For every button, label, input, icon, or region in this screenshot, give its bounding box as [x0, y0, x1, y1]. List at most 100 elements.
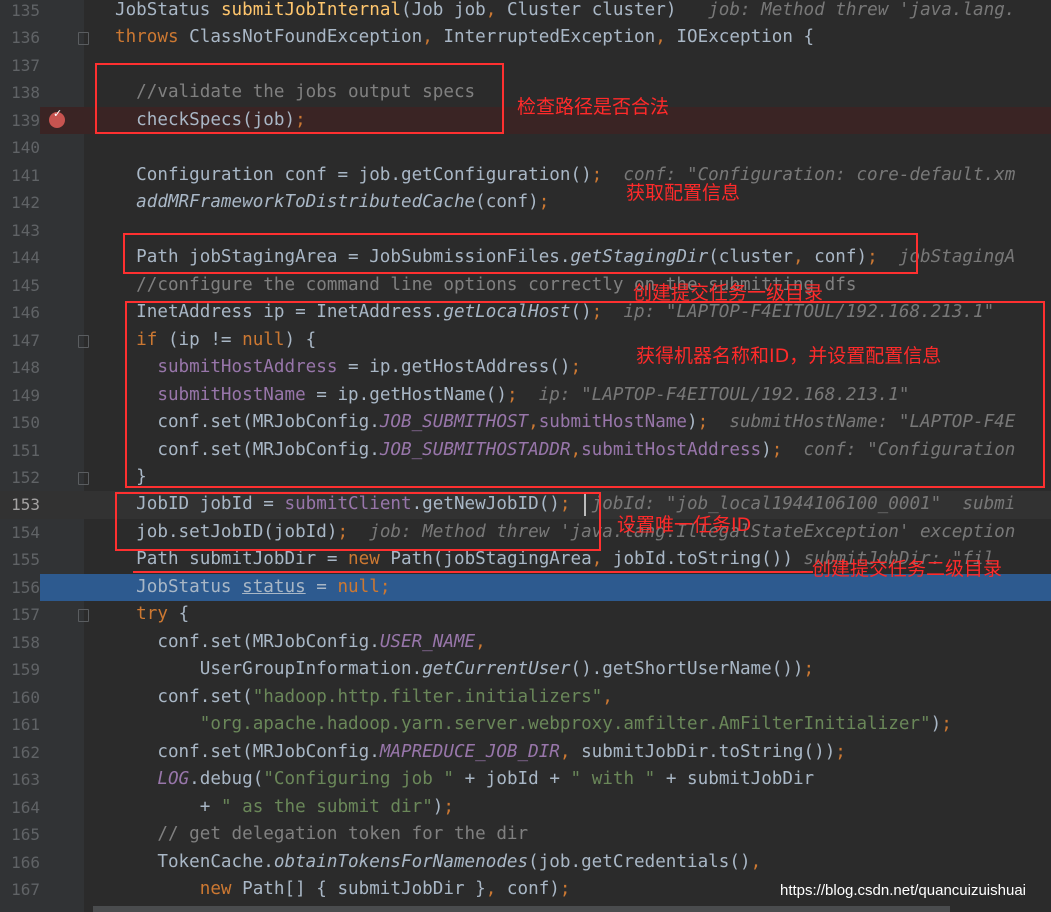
code-line[interactable]: 157 try {	[0, 601, 1051, 628]
code-line[interactable]: 164 + " as the submit dir");	[0, 794, 1051, 821]
line-number[interactable]: 145	[0, 272, 40, 299]
code-token: throws	[115, 27, 190, 48]
code-token: addMRFrameworkToDistributedCache	[115, 192, 476, 213]
line-number[interactable]: 157	[0, 601, 40, 628]
code-token: ;	[941, 714, 952, 735]
line-number[interactable]: 164	[0, 794, 40, 821]
code-token: ;	[538, 192, 550, 213]
line-number[interactable]: 137	[0, 52, 40, 79]
code-token: ,	[475, 631, 486, 652]
code-line[interactable]: 166 TokenCache.obtainTokensForNamenodes(…	[0, 849, 1051, 876]
code-line[interactable]: 145 //configure the command line options…	[0, 272, 1051, 299]
code-line[interactable]: 159 UserGroupInformation.getCurrentUser(…	[0, 656, 1051, 683]
code-token: conf.set(MRJobConfig.	[115, 741, 380, 762]
line-number[interactable]: 143	[0, 217, 40, 244]
code-token: (conf)	[475, 192, 539, 213]
code-token: conf.set(MRJobConfig.	[115, 631, 380, 652]
code-token: Configuration conf = job.getConfiguratio…	[115, 164, 592, 185]
code-line[interactable]: 161 "org.apache.hadoop.yarn.server.webpr…	[0, 711, 1051, 738]
annotation-box-host-info	[125, 301, 1045, 488]
code-line[interactable]: 163 LOG.debug("Configuring job " + jobId…	[0, 766, 1051, 793]
code-line[interactable]: 142 addMRFrameworkToDistributedCache(con…	[0, 189, 1051, 216]
line-number[interactable]: 146	[0, 299, 40, 326]
code-line[interactable]: 162 conf.set(MRJobConfig.MAPREDUCE_JOB_D…	[0, 739, 1051, 766]
code-line[interactable]: 160 conf.set("hadoop.http.filter.initial…	[0, 684, 1051, 711]
code-text: conf.set("hadoop.http.filter.initializer…	[115, 684, 613, 711]
code-token: // get delegation token for the dir	[115, 824, 529, 845]
code-token: +	[115, 796, 221, 817]
line-number[interactable]: 161	[0, 711, 40, 738]
line-number[interactable]: 148	[0, 354, 40, 381]
code-token: ,	[591, 549, 603, 570]
annotation-get-config: 获取配置信息	[626, 182, 741, 204]
code-token: {	[178, 604, 190, 625]
code-line[interactable]: 135 JobStatus submitJobInternal(Job job, …	[0, 0, 1051, 24]
code-token: + submitJobDir	[655, 769, 815, 790]
code-token: InterruptedException	[432, 27, 656, 48]
line-number[interactable]: 147	[0, 327, 40, 354]
annotation-box-job-id	[115, 492, 601, 551]
code-line[interactable]: 136 throws ClassNotFoundException, Interr…	[0, 24, 1051, 51]
code-text: conf.set(MRJobConfig.MAPREDUCE_JOB_DIR, …	[115, 739, 846, 766]
code-token: =	[305, 576, 338, 597]
line-number[interactable]: 144	[0, 244, 40, 271]
line-number[interactable]: 158	[0, 629, 40, 656]
horizontal-scrollbar[interactable]	[93, 906, 950, 912]
code-token: ;	[559, 879, 571, 899]
line-number[interactable]: 139	[0, 106, 40, 135]
line-number[interactable]: 167	[0, 876, 40, 903]
line-number[interactable]: 162	[0, 739, 40, 766]
watermark: https://blog.csdn.net/quancuizuishuai	[780, 882, 1026, 899]
code-token: ;	[803, 659, 815, 680]
code-text: JobStatus submitJobInternal(Job job, Clu…	[115, 0, 1015, 24]
line-number[interactable]: 152	[0, 464, 40, 491]
inlay-hint: job: Method threw 'java.lang.	[708, 0, 1016, 20]
code-line[interactable]: 165 // get delegation token for the dir	[0, 821, 1051, 848]
code-text: Configuration conf = job.getConfiguratio…	[115, 162, 1015, 189]
code-token: "hadoop.http.filter.initializers"	[252, 686, 603, 707]
fold-icon[interactable]	[78, 334, 89, 348]
code-token: submitJobDir.toString())	[570, 741, 836, 762]
line-number[interactable]: 142	[0, 189, 40, 216]
code-text: throws ClassNotFoundException, Interrupt…	[115, 24, 814, 51]
code-token: Path(jobStagingArea	[390, 549, 592, 570]
fold-icon[interactable]	[78, 471, 89, 485]
fold-icon[interactable]	[78, 32, 89, 46]
line-number[interactable]: 165	[0, 821, 40, 848]
line-number[interactable]: 153	[0, 491, 40, 518]
line-number[interactable]: 135	[0, 0, 40, 24]
line-number[interactable]: 140	[0, 134, 40, 161]
code-text: new Path[] { submitJobDir }, conf);	[115, 876, 571, 903]
code-token: status	[242, 576, 306, 597]
annotation-check-specs: 检查路径是否合法	[517, 96, 670, 118]
line-number[interactable]: 150	[0, 409, 40, 436]
code-token: ,	[485, 0, 497, 20]
line-number[interactable]: 154	[0, 519, 40, 546]
code-line[interactable]: 141 Configuration conf = job.getConfigur…	[0, 162, 1051, 189]
line-number[interactable]: 155	[0, 546, 40, 573]
breakpoint-icon[interactable]	[49, 107, 65, 128]
line-number[interactable]: 138	[0, 79, 40, 106]
code-token: conf.set(	[115, 686, 253, 707]
code-token: )	[930, 714, 942, 735]
code-token: getCurrentUser	[422, 659, 571, 680]
line-number[interactable]: 159	[0, 656, 40, 683]
line-number[interactable]: 141	[0, 162, 40, 189]
line-number[interactable]: 166	[0, 849, 40, 876]
code-token: + jobId +	[453, 769, 571, 790]
code-line[interactable]: 158 conf.set(MRJobConfig.USER_NAME,	[0, 629, 1051, 656]
line-number[interactable]: 160	[0, 684, 40, 711]
code-token: Cluster cluster)	[496, 0, 709, 20]
line-number[interactable]: 163	[0, 766, 40, 793]
line-number[interactable]: 136	[0, 24, 40, 51]
code-text: UserGroupInformation.getCurrentUser().ge…	[115, 656, 814, 683]
fold-icon[interactable]	[78, 609, 89, 623]
code-token: null;	[337, 576, 391, 597]
code-token: new	[115, 879, 243, 899]
line-number[interactable]: 151	[0, 437, 40, 464]
line-number[interactable]: 156	[0, 573, 40, 602]
code-line[interactable]: 140	[0, 134, 1051, 161]
line-number[interactable]: 149	[0, 382, 40, 409]
code-token: JobStatus	[115, 0, 221, 20]
annotation-box-check-specs	[95, 63, 504, 134]
